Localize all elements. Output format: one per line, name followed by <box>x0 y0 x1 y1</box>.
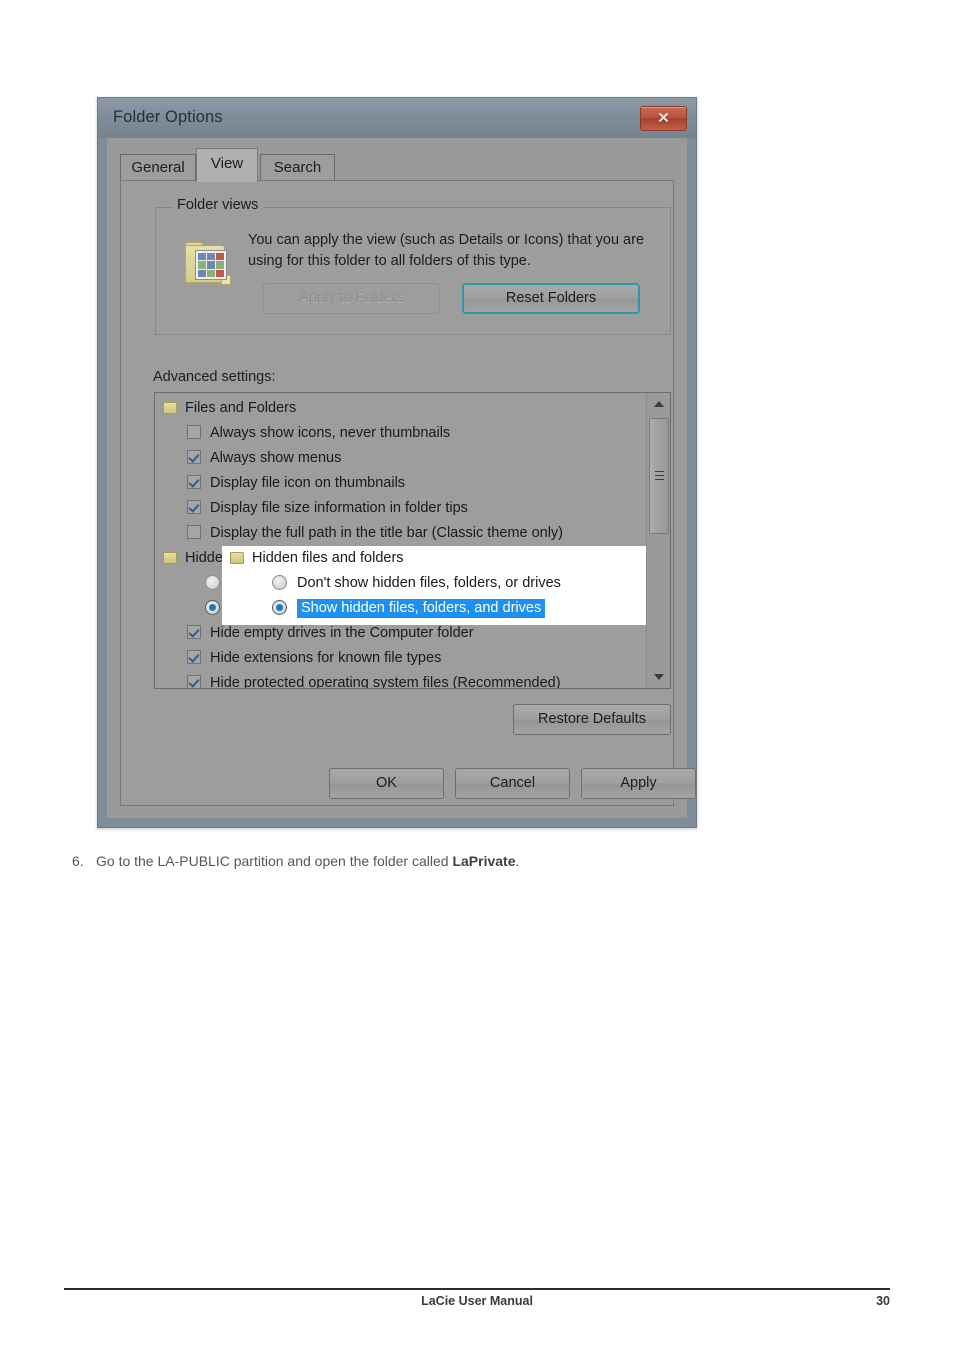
grip-icon <box>655 471 664 481</box>
restore-defaults-button[interactable]: Restore Defaults <box>513 704 671 735</box>
step-text-before: Go to the LA-PUBLIC partition and open t… <box>96 853 453 869</box>
scrollbar-thumb[interactable] <box>649 418 669 534</box>
footer-title: LaCie User Manual <box>421 1294 533 1308</box>
reset-folders-button[interactable]: Reset Folders <box>462 283 640 314</box>
view-tab-panel: Folder views You can apply the view (suc… <box>120 180 674 806</box>
apply-button[interactable]: Apply <box>581 768 696 799</box>
advanced-settings-list: Files and Folders Always show icons, nev… <box>155 396 645 688</box>
tab-view[interactable]: View <box>196 148 258 182</box>
list-item[interactable]: Always show icons, never thumbnails <box>155 421 645 446</box>
checkbox-hide-empty-drives[interactable] <box>187 625 201 640</box>
list-item[interactable]: Hide protected operating system files (R… <box>155 671 645 689</box>
list-item-label-selected: Show hidden files, folders, and drives <box>297 599 546 618</box>
advanced-settings-listbox[interactable]: Files and Folders Always show icons, nev… <box>154 392 671 689</box>
checkbox-display-full-path[interactable] <box>187 525 201 540</box>
folder-views-description: You can apply the view (such as Details … <box>248 232 645 269</box>
checkbox-display-file-icon-on-thumbnails[interactable] <box>187 475 201 490</box>
list-group-label: Files and Folders <box>185 400 297 416</box>
dialog-title: Folder Options <box>113 108 223 126</box>
list-item[interactable]: Always show menus <box>155 446 645 471</box>
close-icon: ✕ <box>657 110 670 127</box>
folder-views-group: Folder views You can apply the view (suc… <box>155 197 671 335</box>
cancel-button[interactable]: Cancel <box>455 768 570 799</box>
checkbox-always-show-menus[interactable] <box>187 450 201 465</box>
tab-general[interactable]: General <box>120 154 196 181</box>
hidden-files-callout-highlight: Hidden files and folders Don't show hidd… <box>222 546 653 625</box>
list-item[interactable]: Display file size information in folder … <box>155 496 645 521</box>
advanced-settings-label: Advanced settings: <box>153 369 276 385</box>
list-item-label: Display file size information in folder … <box>210 500 468 516</box>
dialog-button-bar: OK Cancel Apply <box>116 755 696 809</box>
list-item-label: Always show icons, never thumbnails <box>210 425 451 441</box>
list-item-label: Hide empty drives in the Computer folder <box>210 625 474 641</box>
folder-options-dialog: Folder Options ✕ General View Search Fol… <box>97 97 697 828</box>
folder-icon <box>163 402 177 415</box>
ok-button[interactable]: OK <box>329 768 444 799</box>
list-item-label: Display the full path in the title bar (… <box>210 525 563 541</box>
tabstrip: General View Search <box>120 148 674 182</box>
close-button[interactable]: ✕ <box>640 106 687 131</box>
step-number: 6. <box>72 853 84 869</box>
list-item-label: Don't show hidden files, folders, or dri… <box>297 575 561 591</box>
checkbox-hide-protected-os-files[interactable] <box>187 675 201 688</box>
checkbox-always-show-icons[interactable] <box>187 425 201 440</box>
scroll-up-button[interactable] <box>647 393 670 415</box>
radio-dont-show-hidden[interactable] <box>205 575 220 591</box>
checkbox-display-file-size-info[interactable] <box>187 500 201 515</box>
list-item-label: Display file icon on thumbnails <box>210 475 406 491</box>
radio-show-hidden[interactable] <box>272 600 287 615</box>
document-page: Folder Options ✕ General View Search Fol… <box>0 0 954 1350</box>
list-item-label: Hide extensions for known file types <box>210 650 442 666</box>
dialog-client-area: General View Search Folder views You can… <box>107 138 696 818</box>
apply-to-folders-button[interactable]: Apply to Folders <box>263 283 440 314</box>
list-group-files-and-folders: Files and Folders <box>155 396 645 421</box>
callout-radio-row-dont-show[interactable]: Don't show hidden files, folders, or dri… <box>222 571 653 596</box>
folder-icon <box>163 552 177 565</box>
list-item[interactable]: Hide extensions for known file types <box>155 646 645 671</box>
chevron-up-icon <box>653 401 664 407</box>
step-instruction: 6. Go to the LA-PUBLIC partition and open… <box>72 850 892 872</box>
chevron-down-icon <box>653 674 664 680</box>
dialog-titlebar: Folder Options ✕ <box>98 98 696 138</box>
folder-view-icon <box>183 241 234 287</box>
radio-dont-show-hidden[interactable] <box>272 575 287 591</box>
step-text-bold: LaPrivate <box>452 853 516 869</box>
radio-show-hidden[interactable] <box>205 600 220 616</box>
scroll-down-button[interactable] <box>647 666 670 688</box>
list-group-label: Hidden files and folders <box>252 550 404 566</box>
list-item-label: Always show menus <box>210 450 342 466</box>
checkbox-hide-extensions[interactable] <box>187 650 201 665</box>
list-item[interactable]: Display the full path in the title bar (… <box>155 521 645 546</box>
list-item-label: Hide protected operating system files (R… <box>210 675 561 689</box>
footer-divider <box>64 1288 890 1290</box>
tab-search[interactable]: Search <box>260 154 335 181</box>
callout-group-hidden-files: Hidden files and folders <box>222 546 653 571</box>
footer-page-number: 30 <box>876 1294 890 1308</box>
list-item[interactable]: Display file icon on thumbnails <box>155 471 645 496</box>
folder-views-legend: Folder views <box>172 197 264 213</box>
step-text-after: . <box>515 853 520 869</box>
callout-radio-row-show[interactable]: Show hidden files, folders, and drives <box>222 596 653 621</box>
folder-icon <box>230 552 244 565</box>
listbox-scrollbar[interactable] <box>646 393 670 688</box>
